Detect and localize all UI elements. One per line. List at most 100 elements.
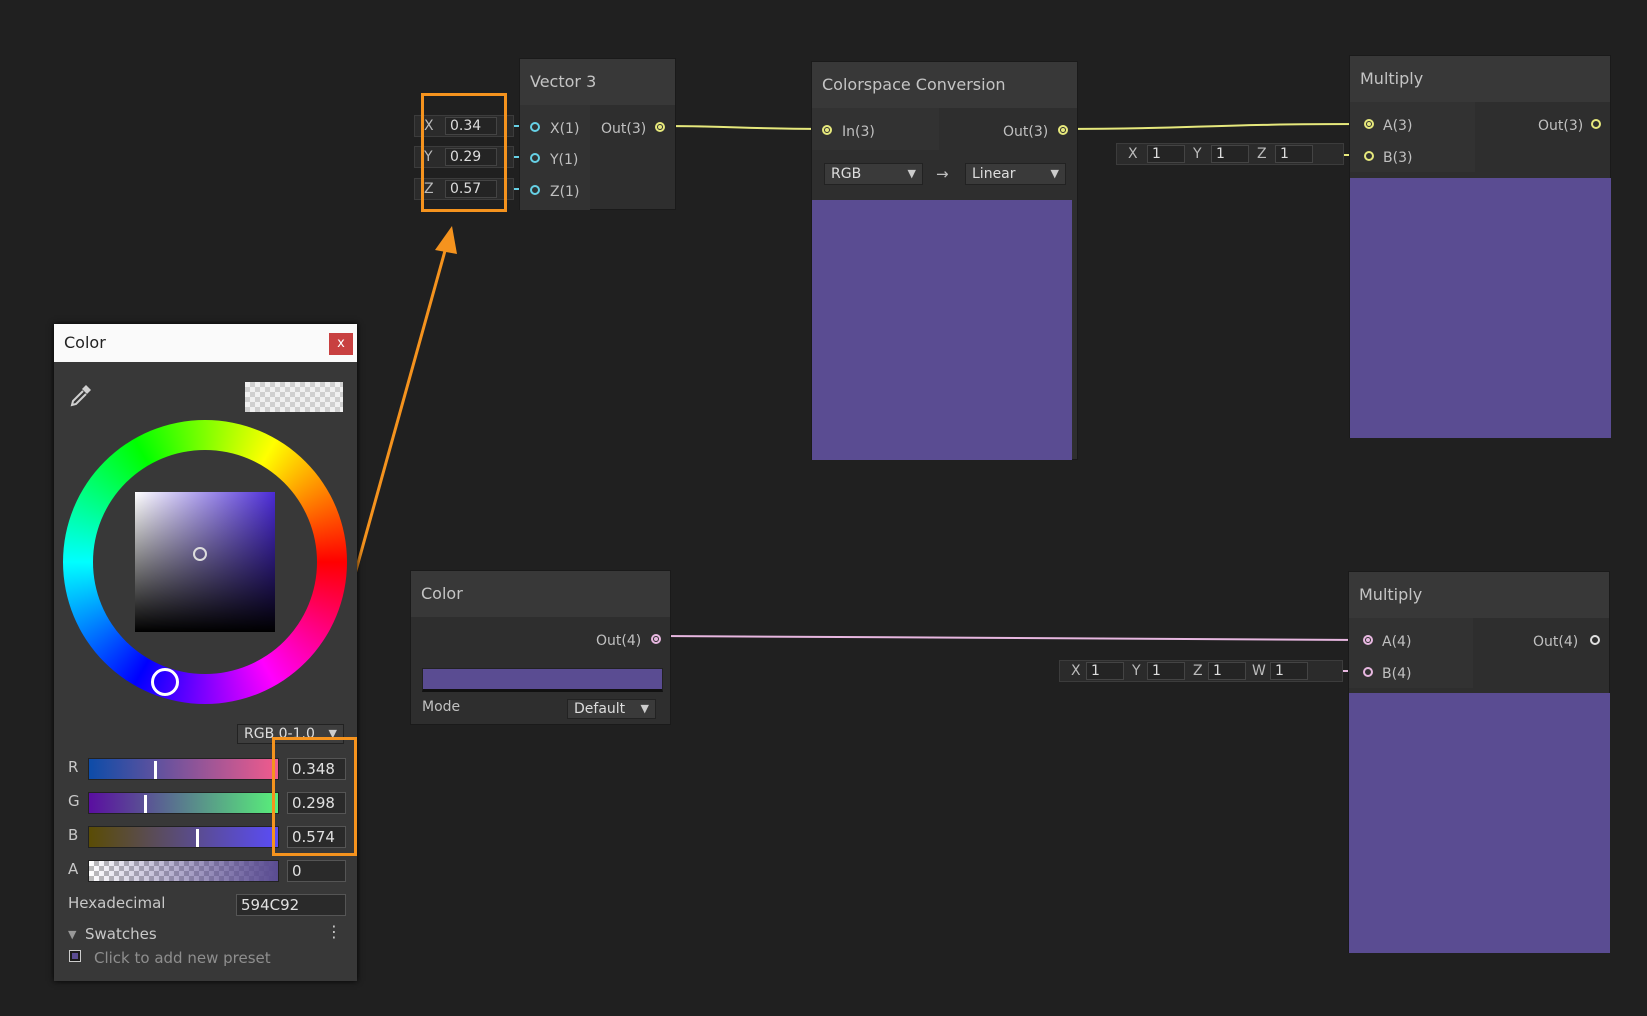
input-port[interactable] bbox=[822, 125, 832, 135]
axis-label: Z bbox=[1193, 663, 1203, 679]
multiply-node-top[interactable]: Multiply A(3) B(3) Out(3) bbox=[1349, 55, 1611, 438]
output-port[interactable] bbox=[1590, 635, 1600, 645]
output-port[interactable] bbox=[1591, 119, 1601, 129]
port-label-a: A(3) bbox=[1383, 118, 1413, 134]
input-port-x[interactable] bbox=[530, 122, 540, 132]
add-preset-button[interactable]: Click to add new preset bbox=[94, 949, 271, 967]
z-value-field[interactable]: 1 bbox=[1275, 145, 1313, 163]
blue-slider[interactable] bbox=[88, 826, 279, 848]
preset-icon bbox=[69, 950, 81, 962]
node-title: Colorspace Conversion bbox=[812, 62, 1077, 108]
multiply-node-bottom[interactable]: Multiply A(4) B(4) Out(4) bbox=[1348, 571, 1610, 953]
channel-label-b: B bbox=[68, 826, 79, 844]
port-label-a: A(4) bbox=[1382, 634, 1412, 650]
more-options-icon[interactable]: ⋮ bbox=[326, 922, 342, 941]
y-value-field[interactable]: 1 bbox=[1211, 145, 1249, 163]
input-port-a[interactable] bbox=[1363, 635, 1373, 645]
output-port[interactable] bbox=[1058, 125, 1068, 135]
mode-label: Mode bbox=[422, 699, 461, 715]
output-port[interactable] bbox=[651, 634, 661, 644]
red-slider[interactable] bbox=[88, 758, 279, 780]
port-label-out: Out(4) bbox=[1533, 634, 1579, 650]
w-value-field[interactable]: 1 bbox=[1270, 662, 1308, 680]
y-value-field[interactable]: 1 bbox=[1147, 662, 1185, 680]
edge-vector3-to-colorspace bbox=[659, 125, 827, 130]
swatches-toggle-icon[interactable]: ▼ bbox=[68, 928, 76, 941]
color-picker-window[interactable]: Color x RGB 0-1.0 ▼ R 0.348 G 0.298 B 0.5… bbox=[54, 324, 357, 981]
color-node[interactable]: Color Out(4) Mode Default ▼ bbox=[410, 570, 671, 725]
port-label-out: Out(3) bbox=[601, 121, 647, 137]
node-preview bbox=[812, 200, 1072, 460]
color-preview-swatch bbox=[245, 382, 343, 412]
axis-label: X bbox=[1128, 146, 1138, 162]
port-label-out: Out(3) bbox=[1538, 118, 1584, 134]
slider-handle[interactable] bbox=[144, 795, 147, 813]
swatches-label[interactable]: Swatches bbox=[85, 925, 157, 943]
port-label-out: Out(3) bbox=[1003, 124, 1049, 140]
port-label-b: B(4) bbox=[1382, 666, 1412, 682]
from-colorspace-dropdown[interactable]: RGB ▼ bbox=[824, 163, 923, 185]
hex-value-field[interactable]: 594C92 bbox=[236, 894, 346, 916]
eyedropper-icon[interactable] bbox=[68, 382, 94, 408]
node-title: Vector 3 bbox=[520, 59, 675, 105]
output-port[interactable] bbox=[655, 122, 665, 132]
axis-label: W bbox=[1252, 663, 1266, 679]
edge-colorspace-to-multiply bbox=[1062, 123, 1364, 130]
input-port-y[interactable] bbox=[530, 153, 540, 163]
saturation-value-square[interactable] bbox=[135, 492, 275, 632]
close-button[interactable]: x bbox=[329, 333, 353, 355]
node-preview bbox=[1350, 178, 1611, 438]
channel-label-r: R bbox=[68, 758, 79, 776]
slider-handle[interactable] bbox=[154, 761, 157, 779]
sv-handle[interactable] bbox=[193, 547, 207, 561]
axis-label: X bbox=[1071, 663, 1081, 679]
dropdown-value: Default bbox=[574, 701, 626, 717]
port-label-z: Z(1) bbox=[550, 184, 580, 200]
multiply-b4-default-inputs: X 1 Y 1 Z 1 W 1 bbox=[1059, 660, 1343, 682]
color-swatch-field[interactable] bbox=[422, 668, 663, 692]
input-port-b[interactable] bbox=[1363, 667, 1373, 677]
axis-label: Y bbox=[1193, 146, 1202, 162]
dropdown-value: Linear bbox=[972, 166, 1016, 182]
chevron-down-icon: ▼ bbox=[1050, 167, 1059, 180]
to-colorspace-dropdown[interactable]: Linear ▼ bbox=[965, 163, 1066, 185]
hexadecimal-label: Hexadecimal bbox=[68, 894, 166, 912]
z-value-field[interactable]: 1 bbox=[1208, 662, 1246, 680]
annotation-arrow-head bbox=[435, 226, 457, 254]
arrow-right-icon: → bbox=[936, 165, 949, 183]
colorspace-conversion-node[interactable]: Colorspace Conversion In(3) Out(3) RGB ▼ … bbox=[811, 61, 1078, 460]
port-label-in: In(3) bbox=[842, 124, 875, 140]
green-slider[interactable] bbox=[88, 792, 279, 814]
input-port-b[interactable] bbox=[1364, 151, 1374, 161]
slider-handle[interactable] bbox=[196, 829, 199, 847]
node-title: Multiply bbox=[1350, 56, 1610, 102]
multiply-b3-default-inputs: X 1 Y 1 Z 1 bbox=[1116, 143, 1344, 165]
chevron-down-icon: ▼ bbox=[640, 702, 649, 715]
node-preview bbox=[1349, 693, 1610, 953]
alpha-slider[interactable] bbox=[88, 860, 279, 882]
node-title: Color bbox=[411, 571, 670, 617]
axis-label: Y bbox=[1132, 663, 1141, 679]
edge-color-to-multiply bbox=[659, 635, 1363, 641]
input-port-a[interactable] bbox=[1364, 119, 1374, 129]
dropdown-value: RGB bbox=[831, 166, 862, 182]
input-port-z[interactable] bbox=[530, 185, 540, 195]
x-value-field[interactable]: 1 bbox=[1086, 662, 1124, 680]
color-picker-title: Color bbox=[54, 324, 357, 362]
channel-label-a: A bbox=[68, 860, 79, 878]
x-value-field[interactable]: 1 bbox=[1147, 145, 1185, 163]
port-label-out: Out(4) bbox=[596, 633, 642, 649]
port-label-x: X(1) bbox=[550, 121, 580, 137]
highlight-vector-inputs bbox=[421, 93, 507, 212]
alpha-value-field[interactable]: 0 bbox=[287, 860, 346, 882]
chevron-down-icon: ▼ bbox=[907, 167, 916, 180]
channel-label-g: G bbox=[68, 792, 80, 810]
port-label-y: Y(1) bbox=[550, 152, 579, 168]
vector3-node[interactable]: Vector 3 X(1) Y(1) Z(1) Out(3) bbox=[519, 58, 676, 210]
mode-dropdown[interactable]: Default ▼ bbox=[567, 699, 656, 719]
axis-label: Z bbox=[1257, 146, 1267, 162]
node-title: Multiply bbox=[1349, 572, 1609, 618]
hue-handle[interactable] bbox=[151, 668, 179, 696]
port-label-b: B(3) bbox=[1383, 150, 1413, 166]
highlight-rgb-values bbox=[272, 737, 357, 856]
